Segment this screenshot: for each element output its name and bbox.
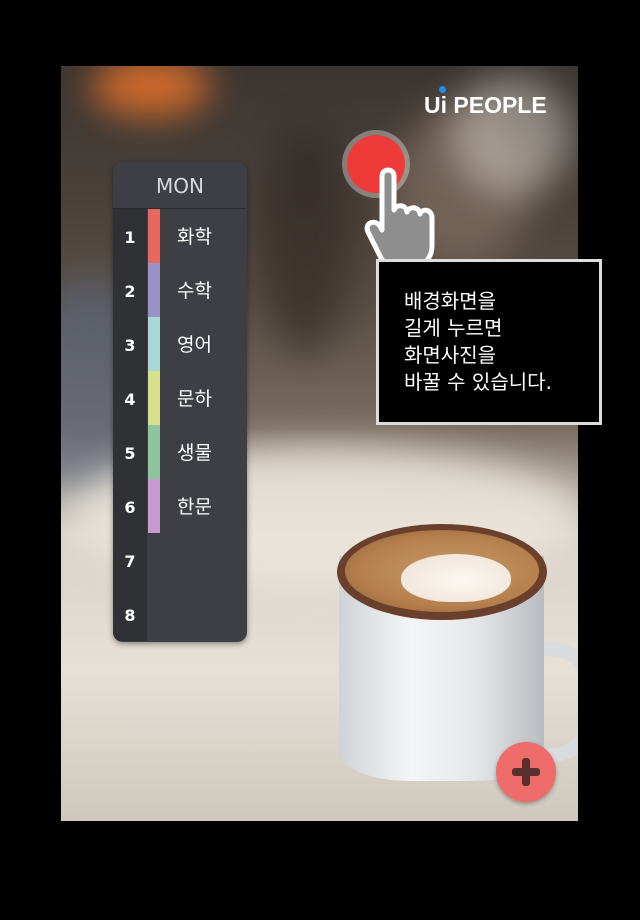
plus-icon bbox=[522, 758, 530, 786]
period-number: 1 bbox=[113, 209, 147, 263]
subject-color-strip bbox=[148, 533, 160, 587]
subject-color-strip bbox=[148, 479, 160, 533]
latte-art-heart bbox=[401, 554, 511, 602]
period-list: 1 화학 2 수학 3 영어 4 문하 5 생물 6 한문 7 8 bbox=[113, 209, 247, 641]
subject-label: 영어 bbox=[177, 334, 212, 356]
subject-label: 수학 bbox=[177, 280, 212, 302]
coffee-surface bbox=[345, 530, 539, 612]
tutorial-tooltip: 배경화면을 길게 누르면 화면사진을 바꿀 수 있습니다. bbox=[376, 259, 602, 425]
period-number: 2 bbox=[113, 263, 147, 317]
subject-label: 화학 bbox=[177, 226, 212, 248]
period-row[interactable]: 5 생물 bbox=[113, 425, 247, 479]
period-row[interactable]: 3 영어 bbox=[113, 317, 247, 371]
subject-color-strip bbox=[148, 425, 160, 479]
background-blur bbox=[91, 66, 211, 116]
tooltip-text: 배경화면을 길게 누르면 화면사진을 바꿀 수 있습니다. bbox=[404, 289, 552, 394]
subject-color-strip bbox=[148, 317, 160, 371]
subject-label: 문하 bbox=[177, 388, 212, 410]
period-number: 6 bbox=[113, 479, 147, 533]
subject-label: 한문 bbox=[177, 496, 212, 518]
day-header[interactable]: MON bbox=[113, 162, 247, 209]
period-number: 4 bbox=[113, 371, 147, 425]
period-row[interactable]: 7 bbox=[113, 533, 247, 587]
logo-text: Ui PEOPLE bbox=[424, 92, 547, 118]
subject-label: 생물 bbox=[177, 442, 212, 464]
cup-rim bbox=[337, 524, 547, 620]
logo-dot-icon bbox=[439, 86, 446, 93]
subject-color-strip bbox=[148, 371, 160, 425]
subject-color-strip bbox=[148, 209, 160, 263]
period-number: 3 bbox=[113, 317, 147, 371]
subject-color-strip bbox=[148, 587, 160, 641]
period-number: 8 bbox=[113, 587, 147, 641]
timetable-panel[interactable]: MON 1 화학 2 수학 3 영어 4 문하 5 생물 6 한문 7 8 bbox=[113, 162, 247, 642]
period-row[interactable]: 2 수학 bbox=[113, 263, 247, 317]
period-row[interactable]: 6 한문 bbox=[113, 479, 247, 533]
period-number: 5 bbox=[113, 425, 147, 479]
subject-color-strip bbox=[148, 263, 160, 317]
period-row[interactable]: 1 화학 bbox=[113, 209, 247, 263]
period-row[interactable]: 8 bbox=[113, 587, 247, 641]
add-button[interactable] bbox=[496, 742, 556, 802]
brand-logo: Ui PEOPLE bbox=[424, 86, 547, 119]
period-row[interactable]: 4 문하 bbox=[113, 371, 247, 425]
background-blur bbox=[261, 126, 351, 356]
period-number: 7 bbox=[113, 533, 147, 587]
